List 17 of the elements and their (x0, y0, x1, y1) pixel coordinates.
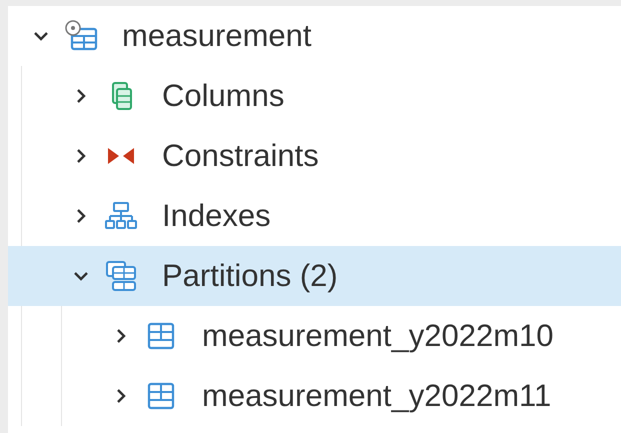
tree-item-label: Constraints (162, 136, 319, 175)
stacked-tables-icon (104, 260, 138, 292)
table-icon (64, 20, 98, 52)
tree-item-label: Partitions (2) (162, 256, 338, 295)
tree-item-label: measurement_y2022m11 (202, 376, 552, 415)
tree-item-label: Columns (162, 76, 284, 115)
tree-item-label: measurement_y2022m10 (202, 316, 554, 355)
tree-item[interactable]: Partitions (2) (8, 246, 621, 306)
tree-item[interactable]: Indexes (8, 186, 621, 246)
tree-item[interactable]: measurement_y2022m10 (8, 306, 621, 366)
tree-item[interactable]: measurement (8, 6, 621, 66)
tree-item-label: Indexes (162, 196, 271, 235)
hierarchy-icon (104, 200, 138, 232)
tree-item[interactable]: measurement_y2022m11 (8, 366, 621, 426)
tree-item[interactable]: Constraints (8, 126, 621, 186)
tree-item[interactable]: Columns (8, 66, 621, 126)
tree-item-label: measurement (122, 16, 312, 55)
